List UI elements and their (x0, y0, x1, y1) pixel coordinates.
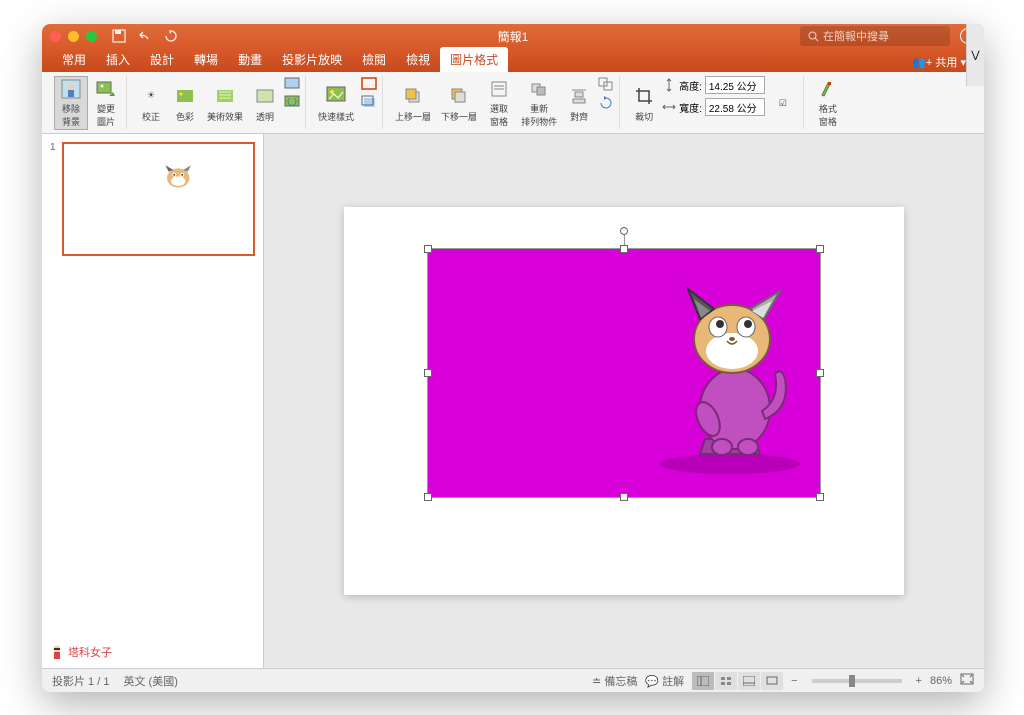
traffic-lights (50, 31, 97, 42)
zoom-slider[interactable] (812, 679, 902, 683)
group-button[interactable] (597, 76, 615, 92)
resize-handle-tr[interactable] (816, 245, 824, 253)
minimize-window-button[interactable] (68, 31, 79, 42)
selection-border (427, 248, 821, 498)
picture-border-button[interactable] (360, 76, 378, 92)
tab-slideshow[interactable]: 投影片放映 (272, 47, 352, 72)
search-input[interactable]: 在簡報中搜尋 (800, 26, 950, 46)
crop-icon (632, 84, 656, 108)
selected-image[interactable] (428, 249, 820, 497)
selection-pane-button[interactable]: 選取 窗格 (483, 76, 515, 130)
send-backward-button[interactable]: 下移一層 (437, 76, 481, 130)
thumbnail-preview (62, 142, 255, 256)
format-pane-icon (816, 78, 840, 100)
normal-view-button[interactable] (692, 672, 714, 690)
tab-view[interactable]: 檢視 (396, 47, 440, 72)
slide-counter[interactable]: 投影片 1 / 1 (52, 673, 109, 689)
reset-button[interactable] (283, 94, 301, 110)
reorder-button[interactable]: 重新 排列物件 (517, 76, 561, 130)
zoom-out-button[interactable]: − (791, 675, 797, 687)
quick-styles-icon (324, 84, 348, 108)
compress-button[interactable] (283, 76, 301, 92)
reading-view-button[interactable] (738, 672, 760, 690)
tab-picture-format[interactable]: 圖片格式 (440, 47, 508, 72)
slideshow-view-button[interactable] (761, 672, 783, 690)
slide-edit-area[interactable] (264, 134, 984, 668)
quick-access-toolbar (111, 28, 179, 44)
selection-icon (487, 78, 511, 100)
statusbar: 投影片 1 / 1 英文 (美國) ≐ 備忘稿 💬 註解 − + 86% (42, 668, 984, 692)
change-picture-button[interactable]: 變更 圖片 (90, 76, 122, 130)
thumbnail-panel: 1 塔科女子 (42, 134, 264, 668)
align-icon (567, 84, 591, 108)
body-area: 1 塔科女子 (42, 134, 984, 668)
reorder-icon (527, 78, 551, 100)
fit-window-button[interactable] (960, 673, 974, 688)
remove-background-button[interactable]: 移除 背景 (54, 76, 88, 130)
search-icon (808, 31, 819, 42)
bring-fwd-icon (401, 84, 425, 108)
language-indicator[interactable]: 英文 (美國) (123, 673, 177, 689)
zoom-percent[interactable]: 86% (930, 675, 952, 687)
height-input[interactable]: 14.25 公分 (705, 76, 765, 94)
quick-styles-button[interactable]: 快速樣式 (314, 76, 358, 130)
tab-review[interactable]: 檢閱 (352, 47, 396, 72)
rotate-button[interactable] (597, 94, 615, 110)
width-input[interactable]: 22.58 公分 (705, 98, 765, 116)
app-window: 簡報1 在簡報中搜尋 常用 插入 設計 轉場 動畫 投影片放映 檢閱 檢視 圖片… (42, 24, 984, 692)
remove-bg-icon (59, 78, 83, 100)
format-pane-button[interactable]: 格式 窗格 (812, 76, 844, 130)
titlebar: 簡報1 在簡報中搜尋 (42, 24, 984, 48)
change-pic-icon (94, 78, 118, 100)
watermark: 塔科女子 (50, 644, 112, 660)
zoom-in-button[interactable]: + (916, 675, 922, 687)
tab-home[interactable]: 常用 (52, 47, 96, 72)
tab-animations[interactable]: 動畫 (228, 47, 272, 72)
ribbon-tabs: 常用 插入 設計 轉場 動畫 投影片放映 檢閱 檢視 圖片格式 👥+ 共用 ▾ (42, 48, 984, 72)
resize-handle-tm[interactable] (620, 245, 628, 253)
transparency-icon (253, 84, 277, 108)
artistic-effects-button[interactable]: 美術效果 (203, 76, 247, 130)
align-button[interactable]: 對齊 (563, 76, 595, 130)
thumbnail-cat-image (150, 162, 200, 202)
share-button[interactable]: 👥+ 共用 ▾ (904, 52, 974, 72)
rotate-handle[interactable] (620, 227, 628, 235)
send-back-icon (447, 84, 471, 108)
corrections-button[interactable]: ☀校正 (135, 76, 167, 130)
document-title: 簡報1 (498, 28, 529, 45)
lock-aspect-button[interactable]: ☑ (767, 76, 799, 130)
color-button[interactable]: 色彩 (169, 76, 201, 130)
resize-handle-bm[interactable] (620, 493, 628, 501)
height-icon (662, 78, 676, 92)
resize-handle-br[interactable] (816, 493, 824, 501)
tab-insert[interactable]: 插入 (96, 47, 140, 72)
transparency-button[interactable]: 透明 (249, 76, 281, 130)
width-icon (662, 100, 676, 114)
ribbon: 移除 背景 變更 圖片 ☀校正 色彩 美術效果 透明 快速樣式 (42, 72, 984, 134)
resize-handle-bl[interactable] (424, 493, 432, 501)
corrections-icon: ☀ (139, 84, 163, 108)
comments-button[interactable]: 💬 註解 (645, 673, 684, 689)
slide-canvas[interactable] (344, 207, 904, 595)
tab-design[interactable]: 設計 (140, 47, 184, 72)
save-button[interactable] (111, 28, 127, 44)
sorter-view-button[interactable] (715, 672, 737, 690)
undo-button[interactable] (137, 28, 153, 44)
slide-thumbnail-1[interactable]: 1 (50, 142, 255, 256)
artistic-icon (213, 84, 237, 108)
maximize-window-button[interactable] (86, 31, 97, 42)
redo-button[interactable] (163, 28, 179, 44)
view-buttons (692, 672, 783, 690)
collapse-ribbon-button[interactable]: ⋁ (966, 24, 984, 86)
picture-effects-button[interactable] (360, 94, 378, 110)
close-window-button[interactable] (50, 31, 61, 42)
tab-transitions[interactable]: 轉場 (184, 47, 228, 72)
bring-forward-button[interactable]: 上移一層 (391, 76, 435, 130)
crop-button[interactable]: 裁切 (628, 76, 660, 130)
color-icon (173, 84, 197, 108)
resize-handle-ml[interactable] (424, 369, 432, 377)
resize-handle-tl[interactable] (424, 245, 432, 253)
notes-button[interactable]: ≐ 備忘稿 (592, 673, 637, 689)
resize-handle-mr[interactable] (816, 369, 824, 377)
